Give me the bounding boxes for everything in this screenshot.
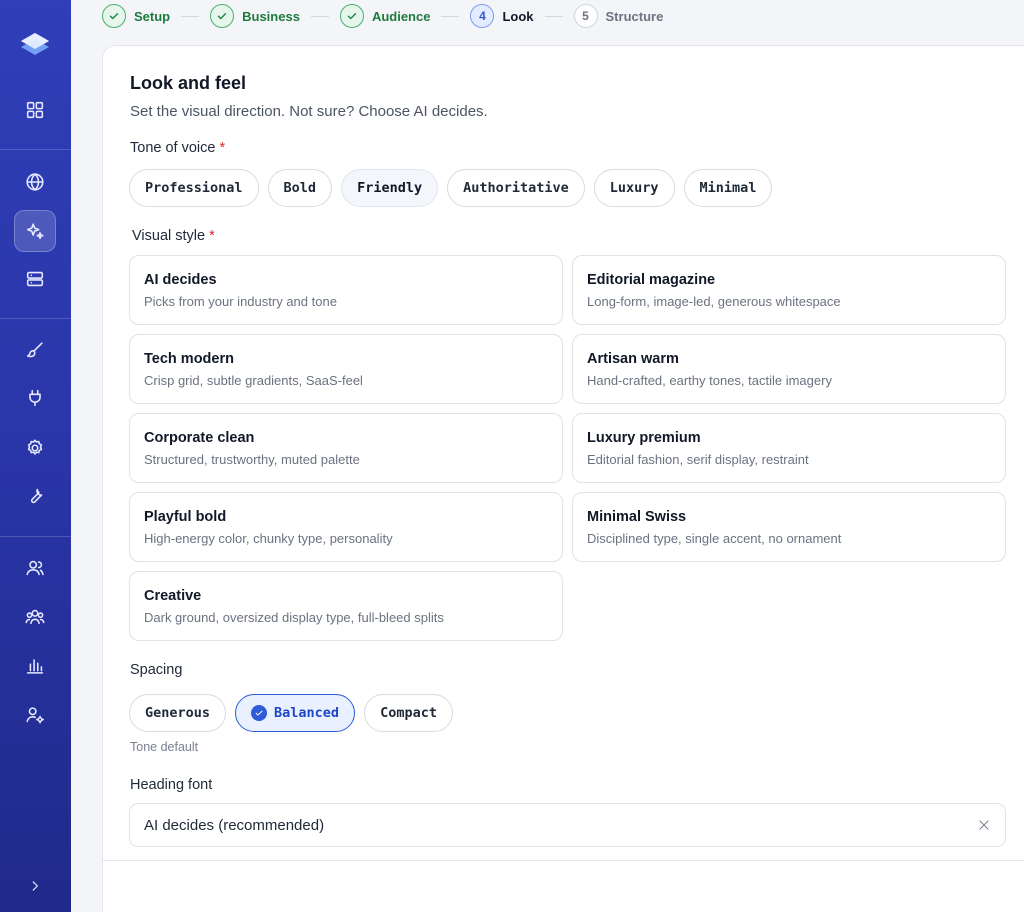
heading-font-label: Heading font: [130, 777, 213, 793]
globe-icon[interactable]: [14, 161, 56, 203]
step-setup[interactable]: Setup: [102, 4, 170, 28]
gear-icon[interactable]: [14, 427, 56, 469]
spacing-option-compact[interactable]: Compact: [364, 694, 453, 732]
style-desc: Disciplined type, single accent, no orna…: [587, 531, 842, 546]
style-desc: Editorial fashion, serif display, restra…: [587, 452, 809, 467]
tone-option-minimal[interactable]: Minimal: [683, 169, 773, 207]
style-option-corporate-clean[interactable]: Corporate clean Structured, trustworthy,…: [129, 413, 563, 483]
style-option-editorial-magazine[interactable]: Editorial magazine Long-form, image-led,…: [572, 255, 1006, 325]
tone-option-bold[interactable]: Bold: [267, 169, 333, 207]
required-mark: *: [219, 140, 226, 156]
layers-logo-icon[interactable]: [14, 24, 56, 66]
step-label: Look: [502, 8, 534, 24]
style-option-creative[interactable]: Creative Dark ground, oversized display …: [129, 571, 563, 641]
step-separator: [441, 15, 460, 17]
style-title: Minimal Swiss: [587, 509, 687, 525]
style-desc: Crisp grid, subtle gradients, SaaS-feel: [144, 373, 363, 388]
style-desc: Picks from your industry and tone: [144, 294, 337, 309]
visual-style-grid: AI decides Picks from your industry and …: [129, 255, 1006, 641]
brush-icon[interactable]: [14, 329, 56, 371]
step-business[interactable]: Business: [210, 4, 300, 28]
style-desc: Long-form, image-led, generous whitespac…: [587, 294, 841, 309]
heading-font-select[interactable]: AI decides (recommended): [129, 803, 1006, 847]
wrench-icon[interactable]: [14, 475, 56, 517]
tone-label: Tone of voice *: [130, 140, 225, 156]
chip-label: Generous: [145, 705, 211, 721]
style-title: Corporate clean: [144, 430, 255, 446]
page-title: Look and feel: [130, 73, 247, 93]
step-separator: [310, 15, 329, 17]
check-icon: [339, 4, 364, 28]
style-title: Artisan warm: [587, 351, 679, 367]
tone-option-authoritative[interactable]: Authoritative: [447, 169, 585, 207]
sidebar-divider: [0, 318, 71, 319]
spacing-option-balanced[interactable]: Balanced: [235, 694, 356, 732]
step-structure[interactable]: 5 Structure: [573, 4, 664, 28]
tone-options: Professional Bold Friendly Authoritative…: [129, 169, 773, 207]
sidebar: [0, 0, 71, 912]
style-option-playful-bold[interactable]: Playful bold High-energy color, chunky t…: [129, 492, 563, 562]
spacing-options: Generous Balanced Compact: [129, 694, 453, 732]
style-title: Creative: [144, 588, 202, 604]
step-number: 5: [573, 4, 598, 28]
check-circle-icon: [251, 705, 268, 721]
footer-bar: [103, 861, 1024, 912]
required-mark: *: [209, 228, 215, 244]
chip-label: Balanced: [274, 705, 340, 721]
spacing-hint: Tone default: [130, 740, 199, 754]
sparkles-icon[interactable]: [14, 210, 56, 252]
step-label: Structure: [605, 8, 664, 24]
page-subtitle: Set the visual direction. Not sure? Choo…: [130, 103, 488, 120]
tone-option-professional[interactable]: Professional: [129, 169, 259, 207]
heading-font-value: AI decides (recommended): [144, 816, 325, 834]
step-number: 4: [470, 4, 495, 28]
style-desc: High-energy color, chunky type, personal…: [144, 531, 393, 546]
style-option-ai-decides[interactable]: AI decides Picks from your industry and …: [129, 255, 563, 325]
step-label: Audience: [371, 8, 431, 24]
style-title: Editorial magazine: [587, 272, 716, 288]
wizard-stepper: Setup Business Audience 4 Look 5 Structu…: [102, 2, 663, 30]
close-icon[interactable]: [977, 818, 991, 832]
step-separator: [544, 15, 563, 17]
style-title: Playful bold: [144, 509, 227, 525]
style-title: AI decides: [144, 272, 217, 288]
tone-option-friendly[interactable]: Friendly: [341, 169, 439, 207]
spacing-label: Spacing: [130, 662, 183, 678]
chip-label: Compact: [380, 705, 437, 721]
style-desc: Hand-crafted, earthy tones, tactile imag…: [587, 373, 832, 388]
bar-chart-icon[interactable]: [14, 645, 56, 687]
server-icon[interactable]: [14, 258, 56, 300]
style-title: Tech modern: [144, 351, 234, 367]
style-option-luxury-premium[interactable]: Luxury premium Editorial fashion, serif …: [572, 413, 1006, 483]
style-desc: Structured, trustworthy, muted palette: [144, 452, 360, 467]
style-option-artisan-warm[interactable]: Artisan warm Hand-crafted, earthy tones,…: [572, 334, 1006, 404]
check-icon: [210, 4, 235, 28]
tone-option-luxury[interactable]: Luxury: [593, 169, 675, 207]
user-icon[interactable]: [14, 547, 56, 589]
sidebar-divider: [0, 149, 71, 150]
style-desc: Dark ground, oversized display type, ful…: [144, 610, 444, 625]
visual-style-label: Visual style *: [132, 228, 215, 244]
style-title: Luxury premium: [587, 430, 701, 446]
check-icon: [102, 4, 126, 28]
plug-icon[interactable]: [14, 377, 56, 419]
step-label: Business: [242, 8, 300, 24]
tone-label-text: Tone of voice: [130, 140, 216, 156]
chevron-right-icon[interactable]: [25, 876, 45, 896]
step-look[interactable]: 4 Look: [470, 4, 534, 28]
spacing-option-generous[interactable]: Generous: [129, 694, 227, 732]
users-icon[interactable]: [14, 596, 56, 638]
visual-style-label-text: Visual style: [132, 228, 206, 244]
style-option-minimal-swiss[interactable]: Minimal Swiss Disciplined type, single a…: [572, 492, 1006, 562]
step-audience[interactable]: Audience: [339, 4, 431, 28]
user-settings-icon[interactable]: [14, 694, 56, 736]
style-option-tech-modern[interactable]: Tech modern Crisp grid, subtle gradients…: [129, 334, 563, 404]
grid-icon[interactable]: [14, 89, 56, 131]
step-separator: [181, 15, 200, 17]
step-label: Setup: [134, 8, 171, 24]
sidebar-divider: [0, 536, 71, 537]
